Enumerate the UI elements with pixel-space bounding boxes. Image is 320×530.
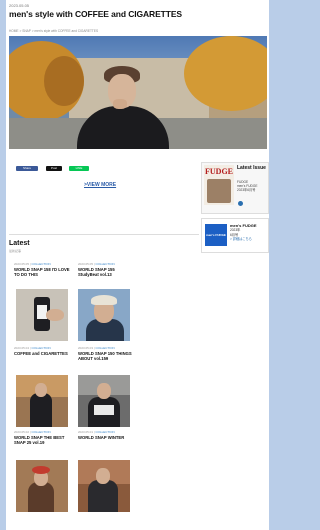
card-title[interactable]: COFFEE and CIGARETTES [14, 351, 70, 356]
fudge-logo: FUDGE [205, 167, 233, 176]
card-thumbnail[interactable] [16, 375, 68, 427]
latest-issue-text: FUDGE men's FUDGE 2023年6月号 [237, 180, 258, 192]
fudge-cover-image[interactable]: FUDGE [204, 165, 234, 205]
mens-fudge-logo: men's FUDGE [205, 224, 227, 246]
article-card[interactable]: 2023.05.05 | COLLECTION WORLD SNAP 155 S… [78, 262, 134, 277]
facebook-share-button[interactable]: Share [16, 166, 38, 171]
latest-heading: Latest [9, 240, 30, 247]
article-title: men's style with COFFEE and CIGARETTES [9, 9, 182, 19]
line-share-button[interactable]: LINE [69, 166, 89, 171]
hero-photo [9, 36, 267, 149]
latest-subheading: 最新記事 [9, 249, 22, 253]
arrow-icon[interactable] [238, 201, 243, 206]
article-card[interactable]: 2023.05.05 | COLLECTION WORLD SNAP 158 I… [14, 262, 70, 277]
section-divider [9, 234, 199, 235]
card-thumbnail[interactable] [78, 375, 130, 427]
mens-fudge-banner[interactable]: men's FUDGE men's FUDGE 2023年 6月号 > 詳細はこ… [201, 218, 269, 253]
card-title[interactable]: WORLD SNAP WINTER [78, 435, 134, 440]
latest-issue-heading: Latest Issue [237, 165, 266, 171]
article-page: 2023.05.05 men's style with COFFEE and C… [6, 0, 269, 530]
card-title[interactable]: WORLD SNAP 150 THINGS ABOUT vol.159 [78, 351, 134, 361]
article-card[interactable]: 2023.05.04 | COLLECTION COFFEE and CIGAR… [14, 346, 70, 356]
card-thumbnail[interactable] [16, 460, 68, 512]
latest-issue-box[interactable]: FUDGE Latest Issue FUDGE men's FUDGE 202… [201, 162, 269, 214]
card-title[interactable]: WORLD SNAP 155 StudyBeat vol.13 [78, 267, 134, 277]
breadcrumb[interactable]: HOME > SNAP > men's style with COFFEE an… [9, 29, 98, 33]
view-more-link[interactable]: >VIEW MORE [84, 182, 116, 188]
card-thumbnail[interactable] [78, 289, 130, 341]
mens-fudge-text: men's FUDGE 2023年 6月号 > 詳細はこちら [230, 223, 257, 242]
card-thumbnail[interactable] [16, 289, 68, 341]
article-card[interactable]: 2023.05.02 | COLLECTION WORLD SNAP THE B… [14, 430, 70, 445]
article-card[interactable]: 2023.05.01 | COLLECTION WORLD SNAP WINTE… [78, 430, 134, 440]
article-date: 2023.05.05 [9, 3, 30, 8]
card-thumbnail[interactable] [78, 460, 130, 512]
twitter-share-button[interactable]: Post [46, 166, 62, 171]
article-card[interactable]: 2023.05.03 | COLLECTION WORLD SNAP 150 T… [78, 346, 134, 361]
card-title[interactable]: WORLD SNAP 158 I'D LOVE TO DO THIS [14, 267, 70, 277]
card-title[interactable]: WORLD SNAP THE BEST SNAP 25 vol.19 [14, 435, 70, 445]
